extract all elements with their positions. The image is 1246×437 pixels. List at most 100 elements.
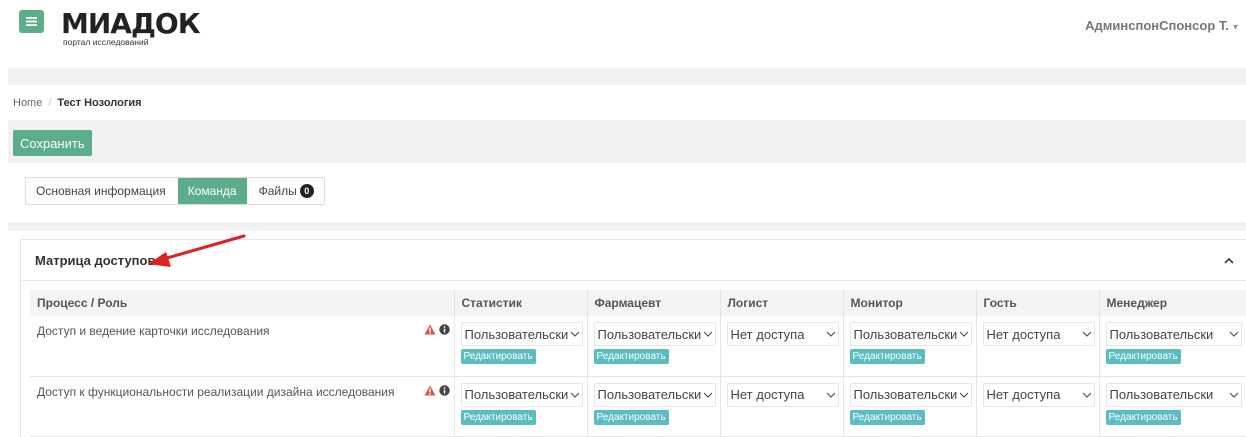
chevron-down-icon (570, 392, 579, 398)
mid-band (8, 222, 1246, 231)
role-access-cell: Пользовательски Редактировать (587, 316, 721, 377)
access-level-value: Пользовательски (464, 326, 568, 342)
user-name: АдминспонСпонсор Т. (1085, 18, 1229, 33)
user-menu[interactable]: АдминспонСпонсор Т. ▾ (1085, 18, 1238, 33)
access-level-value: Пользовательски (853, 326, 957, 342)
access-level-value: Нет доступа (730, 326, 805, 342)
access-level-select[interactable]: Пользовательски (593, 382, 716, 407)
header-process: Процесс / Роль (30, 290, 455, 316)
chevron-down-icon (1229, 331, 1238, 337)
access-level-value: Пользовательски (1109, 326, 1214, 342)
tab-main-info[interactable]: Основная информация (26, 178, 176, 204)
access-level-value: Пользовательски (1109, 387, 1214, 402)
role-access-cell: Пользовательски Редактировать (843, 316, 977, 377)
edit-access-button[interactable]: Редактировать (593, 349, 669, 364)
role-access-cell: Пользовательски Редактировать (843, 376, 977, 437)
chevron-down-icon (826, 331, 835, 337)
menu-button[interactable] (19, 10, 44, 33)
process-icons (424, 324, 450, 335)
chevron-down-icon (959, 331, 968, 337)
table-row: Доступ к функциональности реализации диз… (30, 376, 1246, 437)
header-statistician: Статистик (454, 290, 588, 316)
access-level-value: Нет доступа (730, 387, 805, 402)
files-count-badge: 0 (299, 184, 314, 198)
edit-access-button[interactable]: Редактировать (593, 409, 669, 425)
header-logist: Логист (720, 290, 844, 316)
chevron-down-icon (959, 392, 968, 398)
chevron-down-icon (1082, 331, 1091, 337)
breadcrumb-home[interactable]: Home (13, 97, 42, 109)
top-band (8, 68, 1246, 85)
chevron-down-icon (703, 331, 712, 337)
process-name: Доступ и ведение карточки исследования (37, 324, 270, 338)
tab-files[interactable]: Файлы 0 (249, 178, 324, 204)
access-level-select[interactable]: Пользовательски (1105, 322, 1242, 346)
edit-access-button[interactable]: Редактировать (460, 409, 536, 425)
menu-icon (26, 17, 37, 26)
process-icons (424, 384, 450, 396)
access-level-value: Пользовательски (853, 387, 957, 402)
role-access-cell: Пользовательски Редактировать (1099, 376, 1246, 437)
access-level-value: Пользовательски (597, 387, 701, 402)
access-matrix-table: Процесс / Роль Статистик Фармацевт Логис… (30, 290, 1246, 437)
role-access-cell: Нет доступа (720, 316, 844, 377)
header-guest: Гость (976, 290, 1100, 316)
save-band (8, 120, 1246, 163)
process-name: Доступ к функциональности реализации диз… (37, 384, 395, 399)
chevron-up-icon[interactable] (1222, 256, 1236, 266)
edit-access-button[interactable]: Редактировать (849, 349, 925, 364)
warning-icon[interactable] (424, 385, 436, 396)
info-icon[interactable] (438, 384, 450, 396)
access-level-select[interactable]: Пользовательски (849, 322, 972, 346)
access-level-select[interactable]: Нет доступа (726, 382, 839, 407)
access-level-select[interactable]: Пользовательски (460, 322, 583, 346)
role-access-cell: Пользовательски Редактировать (454, 316, 588, 377)
chevron-down-icon (1082, 392, 1091, 398)
breadcrumb-current: Тест Нозология (57, 97, 142, 109)
access-level-select[interactable]: Пользовательски (849, 382, 972, 407)
top-header: МИАДОК портал исследований АдминспонСпон… (0, 0, 1246, 68)
access-level-select[interactable]: Пользовательски (460, 382, 583, 407)
info-icon[interactable] (438, 324, 450, 335)
header-manager: Менеджер (1099, 290, 1246, 316)
access-level-value: Нет доступа (986, 387, 1061, 402)
access-level-select[interactable]: Пользовательски (1105, 382, 1242, 407)
tab-files-label: Файлы (258, 184, 297, 198)
save-button[interactable]: Сохранить (13, 130, 92, 156)
header-pharmacist: Фармацевт (587, 290, 721, 316)
tab-team[interactable]: Команда (177, 178, 247, 204)
edit-access-button[interactable]: Редактировать (849, 409, 925, 425)
access-level-select[interactable]: Нет доступа (726, 322, 839, 346)
warning-icon[interactable] (424, 324, 436, 335)
access-level-value: Нет доступа (986, 326, 1061, 342)
edit-access-button[interactable]: Редактировать (460, 349, 536, 364)
access-level-value: Пользовательски (597, 326, 701, 342)
process-cell: Доступ и ведение карточки исследования (30, 316, 455, 377)
chevron-down-icon (703, 392, 712, 398)
logo[interactable]: МИАДОК портал исследований (61, 7, 201, 48)
role-access-cell: Пользовательски Редактировать (587, 376, 721, 437)
table-row: Доступ и ведение карточки исследования По… (30, 316, 1246, 377)
role-access-cell: Нет доступа (976, 316, 1100, 377)
access-level-select[interactable]: Нет доступа (982, 322, 1095, 346)
breadcrumb: Home / Тест Нозология (13, 97, 142, 109)
table-header-row: Процесс / Роль Статистик Фармацевт Логис… (30, 290, 1246, 316)
header-monitor: Монитор (843, 290, 977, 316)
access-level-select[interactable]: Пользовательски (593, 322, 716, 346)
role-access-cell: Пользовательски Редактировать (1099, 316, 1246, 377)
chevron-down-icon (826, 392, 835, 398)
tab-bar: Основная информация Команда Файлы 0 (25, 177, 325, 205)
edit-access-button[interactable]: Редактировать (1105, 349, 1181, 364)
logo-text: МИАДОК (61, 7, 201, 40)
caret-down-icon: ▾ (1232, 22, 1238, 33)
role-access-cell: Пользовательски Редактировать (454, 376, 588, 437)
chevron-down-icon (1229, 392, 1238, 398)
process-cell: Доступ к функциональности реализации диз… (30, 376, 455, 437)
role-access-cell: Нет доступа (720, 376, 844, 437)
panel-divider (21, 280, 1246, 281)
edit-access-button[interactable]: Редактировать (1105, 409, 1181, 425)
role-access-cell: Нет доступа (976, 376, 1100, 437)
chevron-down-icon (570, 331, 579, 337)
access-level-select[interactable]: Нет доступа (982, 382, 1095, 407)
annotation-arrow-icon (148, 234, 246, 267)
